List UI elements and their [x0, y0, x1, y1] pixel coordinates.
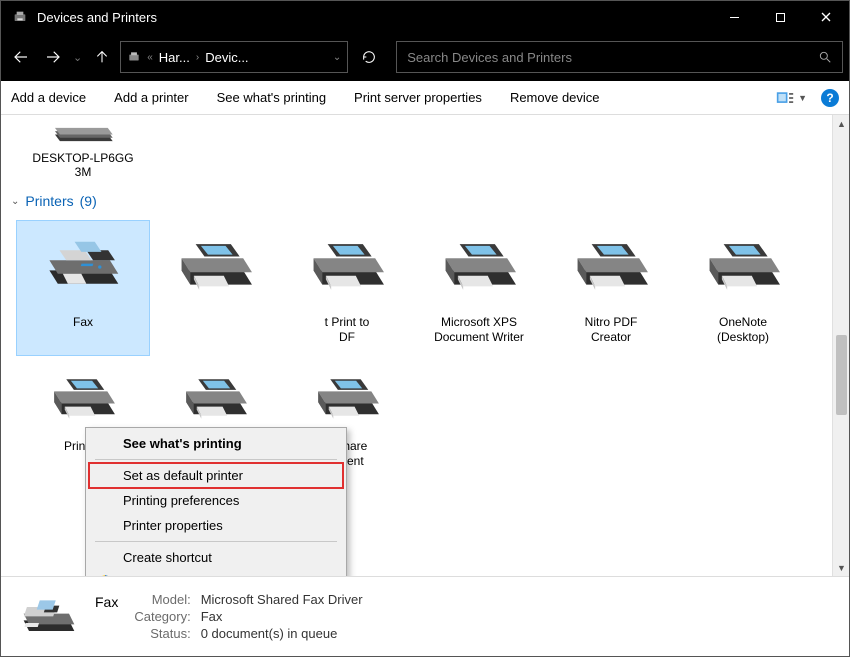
help-button[interactable]: ? — [821, 89, 839, 107]
details-status-value: 0 document(s) in queue — [201, 626, 363, 641]
printer-label-line1: Nitro PDF — [549, 315, 673, 330]
maximize-button[interactable] — [757, 1, 803, 33]
printer-icon — [301, 227, 393, 307]
printer-icon — [37, 367, 129, 431]
group-label: Printers — [25, 193, 73, 209]
printers-grid: Fax t Print toDF Microsoft XPSDocument W… — [1, 215, 832, 355]
devices-group-partial: DESKTOP-LP6GG 3M — [1, 115, 832, 179]
ctx-printing-preferences[interactable]: Printing preferences — [89, 488, 343, 513]
printer-label-line2: Document Writer — [417, 330, 541, 345]
printer-item[interactable]: OneNote(Desktop) — [677, 221, 809, 355]
collapse-chevron-icon[interactable]: ⌄ — [11, 196, 19, 207]
printer-label-line2: DF — [285, 330, 409, 345]
printer-label-line2: Creator — [549, 330, 673, 345]
cmd-remove-device[interactable]: Remove device — [510, 90, 600, 105]
close-button[interactable] — [803, 1, 849, 33]
details-model-label: Model: — [134, 592, 190, 607]
printer-label-line2: (Desktop) — [681, 330, 805, 345]
cmd-add-printer[interactable]: Add a printer — [114, 90, 188, 105]
group-header-printers[interactable]: ⌄ Printers (9) — [1, 179, 832, 215]
breadcrumb-back-chevron[interactable]: « — [147, 52, 153, 63]
refresh-button[interactable] — [352, 41, 386, 73]
minimize-button[interactable] — [711, 1, 757, 33]
device-label-line2: 3M — [23, 165, 143, 179]
details-category-label: Category: — [134, 609, 190, 624]
printer-item[interactable]: t Print toDF — [281, 221, 413, 355]
printer-label-line1: t Print to — [285, 315, 409, 330]
window-controls — [711, 1, 849, 33]
context-menu: See what's printing Set as default print… — [85, 427, 347, 576]
printer-item[interactable]: Fax — [17, 221, 149, 355]
view-options-button[interactable]: ▼ — [776, 91, 807, 105]
cmd-add-device[interactable]: Add a device — [11, 90, 86, 105]
breadcrumb-seg2[interactable]: Devic... — [205, 50, 248, 65]
up-button[interactable] — [88, 43, 116, 71]
ctx-set-as-default-printer[interactable]: Set as default printer — [89, 463, 343, 488]
view-icon — [776, 91, 794, 105]
details-pane: Fax Model: Microsoft Shared Fax Driver C… — [1, 576, 849, 656]
device-desktop[interactable]: DESKTOP-LP6GG 3M — [23, 119, 143, 179]
group-count: (9) — [80, 193, 97, 209]
printer-item[interactable]: Microsoft XPSDocument Writer — [413, 221, 545, 355]
details-thumbnail — [15, 589, 79, 645]
vertical-scrollbar[interactable]: ▲ ▼ — [832, 115, 849, 576]
back-button[interactable] — [7, 43, 35, 71]
ctx-remove-device[interactable]: Remove device — [89, 570, 343, 576]
scroll-down-button[interactable]: ▼ — [833, 559, 849, 576]
printer-icon — [697, 227, 789, 307]
chevron-down-icon: ▼ — [798, 93, 807, 103]
fax-icon — [37, 227, 129, 307]
details-name: Fax — [95, 592, 124, 610]
device-label-line1: DESKTOP-LP6GG — [23, 151, 143, 165]
cmd-see-printing[interactable]: See what's printing — [217, 90, 326, 105]
uac-shield-icon — [97, 574, 113, 576]
command-bar: Add a device Add a printer See what's pr… — [1, 81, 849, 115]
address-bar[interactable]: « Har... › Devic... ⌄ — [120, 41, 348, 73]
ctx-create-shortcut[interactable]: Create shortcut — [89, 545, 343, 570]
search-box[interactable]: Search Devices and Printers — [396, 41, 843, 73]
ctx-separator — [95, 459, 337, 460]
printer-icon — [169, 227, 261, 307]
printer-icon — [169, 367, 261, 431]
printer-item[interactable] — [149, 221, 281, 355]
search-placeholder: Search Devices and Printers — [407, 50, 818, 65]
ctx-see-whats-printing[interactable]: See what's printing — [89, 431, 343, 456]
recent-locations-chevron[interactable]: ⌄ — [73, 51, 82, 64]
scroll-thumb[interactable] — [836, 335, 847, 415]
ctx-remove-device-label: Remove device — [123, 575, 213, 576]
location-icon — [127, 50, 141, 64]
ctx-separator — [95, 541, 337, 542]
search-icon — [818, 50, 832, 64]
window-icon — [11, 8, 29, 26]
window-title: Devices and Printers — [37, 10, 711, 25]
breadcrumb-chevron-icon[interactable]: › — [196, 52, 199, 63]
printer-icon — [565, 227, 657, 307]
details-status-label: Status: — [134, 626, 190, 641]
scroll-up-button[interactable]: ▲ — [833, 115, 849, 132]
breadcrumb-dropdown-icon[interactable]: ⌄ — [333, 52, 341, 63]
device-icon — [50, 119, 116, 145]
breadcrumb-seg1[interactable]: Har... — [159, 50, 190, 65]
printer-label-line1: Microsoft XPS — [417, 315, 541, 330]
cmd-print-server-properties[interactable]: Print server properties — [354, 90, 482, 105]
printer-item[interactable]: Nitro PDFCreator — [545, 221, 677, 355]
printer-label-line1: OneNote — [681, 315, 805, 330]
content-pane: DESKTOP-LP6GG 3M ⌄ Printers (9) Fax t Pr — [1, 115, 849, 576]
details-model-value: Microsoft Shared Fax Driver — [201, 592, 363, 607]
printer-label-line1: Fax — [21, 315, 145, 330]
forward-button[interactable] — [39, 43, 67, 71]
printer-icon — [433, 227, 525, 307]
navbar: ⌄ « Har... › Devic... ⌄ Search Devices a… — [1, 33, 849, 81]
devices-and-printers-window: Devices and Printers ⌄ « Har... › Devic.… — [0, 0, 850, 657]
printer-icon — [301, 367, 393, 431]
ctx-printer-properties[interactable]: Printer properties — [89, 513, 343, 538]
titlebar: Devices and Printers — [1, 1, 849, 33]
details-category-value: Fax — [201, 609, 363, 624]
